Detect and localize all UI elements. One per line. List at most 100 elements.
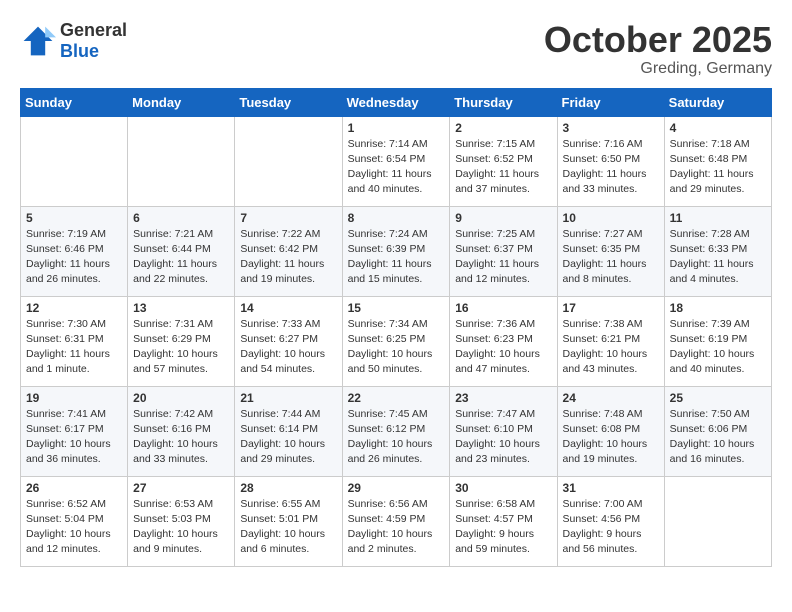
location: Greding, Germany: [544, 60, 772, 78]
day-number: 5: [26, 211, 122, 225]
calendar-cell: 25 Sunrise: 7:50 AM Sunset: 6:06 PM Dayli…: [664, 386, 771, 476]
day-number: 29: [348, 481, 445, 495]
calendar-week-3: 12Sunrise: 7:30 AM Sunset: 6:31 PM Dayli…: [21, 296, 772, 386]
day-info: Sunrise: 7:50 AM Sunset: 6:06 PM Dayligh…: [670, 407, 766, 468]
calendar-cell: 9Sunrise: 7:25 AM Sunset: 6:37 PM Daylig…: [450, 206, 557, 296]
day-number: 31: [563, 481, 659, 495]
day-info: Sunrise: 6:56 AM Sunset: 4:59 PM Dayligh…: [348, 497, 445, 558]
calendar-cell: 2Sunrise: 7:15 AM Sunset: 6:52 PM Daylig…: [450, 116, 557, 206]
calendar-cell: 30Sunrise: 6:58 AM Sunset: 4:57 PM Dayli…: [450, 476, 557, 566]
calendar-week-4: 19 Sunrise: 7:41 AM Sunset: 6:17 PM Dayli…: [21, 386, 772, 476]
logo: General Blue: [20, 20, 127, 62]
day-number: 3: [563, 121, 659, 135]
day-number: 11: [670, 211, 766, 225]
weekday-header-monday: Monday: [128, 88, 235, 116]
day-info: Sunrise: 7:00 AM Sunset: 4:56 PM Dayligh…: [563, 497, 659, 558]
calendar-cell: 26Sunrise: 6:52 AM Sunset: 5:04 PM Dayli…: [21, 476, 128, 566]
day-info: Sunrise: 7:16 AM Sunset: 6:50 PM Dayligh…: [563, 137, 659, 198]
calendar-cell: 19 Sunrise: 7:41 AM Sunset: 6:17 PM Dayli…: [21, 386, 128, 476]
weekday-header-row: SundayMondayTuesdayWednesdayThursdayFrid…: [21, 88, 772, 116]
day-info: Sunrise: 7:48 AM Sunset: 6:08 PM Dayligh…: [563, 407, 659, 468]
page-header: General Blue October 2025 Greding, Germa…: [20, 20, 772, 78]
day-number: 23: [455, 391, 551, 405]
day-number: 20: [133, 391, 229, 405]
day-info: Sunrise: 7:38 AM Sunset: 6:21 PM Dayligh…: [563, 317, 659, 378]
calendar-cell: 17 Sunrise: 7:38 AM Sunset: 6:21 PM Dayli…: [557, 296, 664, 386]
day-number: 8: [348, 211, 445, 225]
calendar-cell: 18Sunrise: 7:39 AM Sunset: 6:19 PM Dayli…: [664, 296, 771, 386]
day-info: Sunrise: 7:24 AM Sunset: 6:39 PM Dayligh…: [348, 227, 445, 288]
day-info: Sunrise: 6:58 AM Sunset: 4:57 PM Dayligh…: [455, 497, 551, 558]
calendar-cell: 13Sunrise: 7:31 AM Sunset: 6:29 PM Dayli…: [128, 296, 235, 386]
day-number: 7: [240, 211, 336, 225]
calendar-cell: 15 Sunrise: 7:34 AM Sunset: 6:25 PM Dayli…: [342, 296, 450, 386]
calendar-cell: 27Sunrise: 6:53 AM Sunset: 5:03 PM Dayli…: [128, 476, 235, 566]
day-info: Sunrise: 7:22 AM Sunset: 6:42 PM Dayligh…: [240, 227, 336, 288]
calendar-week-2: 5 Sunrise: 7:19 AM Sunset: 6:46 PM Daylig…: [21, 206, 772, 296]
calendar-cell: 14 Sunrise: 7:33 AM Sunset: 6:27 PM Dayli…: [235, 296, 342, 386]
day-number: 17: [563, 301, 659, 315]
logo-icon: [20, 23, 56, 59]
day-number: 27: [133, 481, 229, 495]
day-info: Sunrise: 7:14 AM Sunset: 6:54 PM Dayligh…: [348, 137, 445, 198]
weekday-header-friday: Friday: [557, 88, 664, 116]
day-number: 19: [26, 391, 122, 405]
month-title: October 2025: [544, 20, 772, 60]
calendar-cell: 21Sunrise: 7:44 AM Sunset: 6:14 PM Dayli…: [235, 386, 342, 476]
calendar-cell: 10Sunrise: 7:27 AM Sunset: 6:35 PM Dayli…: [557, 206, 664, 296]
day-number: 26: [26, 481, 122, 495]
calendar-cell: 7 Sunrise: 7:22 AM Sunset: 6:42 PM Daylig…: [235, 206, 342, 296]
calendar-cell: 20 Sunrise: 7:42 AM Sunset: 6:16 PM Dayli…: [128, 386, 235, 476]
day-info: Sunrise: 7:19 AM Sunset: 6:46 PM Dayligh…: [26, 227, 122, 288]
day-info: Sunrise: 7:39 AM Sunset: 6:19 PM Dayligh…: [670, 317, 766, 378]
day-info: Sunrise: 7:45 AM Sunset: 6:12 PM Dayligh…: [348, 407, 445, 468]
day-info: Sunrise: 7:41 AM Sunset: 6:17 PM Dayligh…: [26, 407, 122, 468]
day-number: 4: [670, 121, 766, 135]
calendar-cell: 16 Sunrise: 7:36 AM Sunset: 6:23 PM Dayli…: [450, 296, 557, 386]
day-number: 10: [563, 211, 659, 225]
calendar-cell: 29 Sunrise: 6:56 AM Sunset: 4:59 PM Dayli…: [342, 476, 450, 566]
calendar-cell: 4Sunrise: 7:18 AM Sunset: 6:48 PM Daylig…: [664, 116, 771, 206]
day-number: 14: [240, 301, 336, 315]
day-info: Sunrise: 7:15 AM Sunset: 6:52 PM Dayligh…: [455, 137, 551, 198]
calendar-week-1: 1 Sunrise: 7:14 AM Sunset: 6:54 PM Daylig…: [21, 116, 772, 206]
calendar-cell: 1 Sunrise: 7:14 AM Sunset: 6:54 PM Daylig…: [342, 116, 450, 206]
weekday-header-saturday: Saturday: [664, 88, 771, 116]
calendar-cell: 6Sunrise: 7:21 AM Sunset: 6:44 PM Daylig…: [128, 206, 235, 296]
day-info: Sunrise: 6:55 AM Sunset: 5:01 PM Dayligh…: [240, 497, 336, 558]
day-number: 22: [348, 391, 445, 405]
day-number: 21: [240, 391, 336, 405]
weekday-header-tuesday: Tuesday: [235, 88, 342, 116]
calendar-cell: 8 Sunrise: 7:24 AM Sunset: 6:39 PM Daylig…: [342, 206, 450, 296]
calendar-cell: [21, 116, 128, 206]
calendar-cell: [235, 116, 342, 206]
calendar-cell: 28Sunrise: 6:55 AM Sunset: 5:01 PM Dayli…: [235, 476, 342, 566]
weekday-header-wednesday: Wednesday: [342, 88, 450, 116]
weekday-header-thursday: Thursday: [450, 88, 557, 116]
day-number: 12: [26, 301, 122, 315]
day-number: 1: [348, 121, 445, 135]
day-number: 15: [348, 301, 445, 315]
calendar-cell: 23 Sunrise: 7:47 AM Sunset: 6:10 PM Dayli…: [450, 386, 557, 476]
calendar-cell: 24 Sunrise: 7:48 AM Sunset: 6:08 PM Dayli…: [557, 386, 664, 476]
day-info: Sunrise: 7:33 AM Sunset: 6:27 PM Dayligh…: [240, 317, 336, 378]
day-number: 24: [563, 391, 659, 405]
calendar-cell: 3 Sunrise: 7:16 AM Sunset: 6:50 PM Daylig…: [557, 116, 664, 206]
day-info: Sunrise: 7:36 AM Sunset: 6:23 PM Dayligh…: [455, 317, 551, 378]
weekday-header-sunday: Sunday: [21, 88, 128, 116]
day-number: 6: [133, 211, 229, 225]
calendar-cell: 11 Sunrise: 7:28 AM Sunset: 6:33 PM Dayli…: [664, 206, 771, 296]
day-number: 16: [455, 301, 551, 315]
day-info: Sunrise: 7:42 AM Sunset: 6:16 PM Dayligh…: [133, 407, 229, 468]
logo-text: General Blue: [60, 20, 127, 62]
day-number: 9: [455, 211, 551, 225]
calendar-table: SundayMondayTuesdayWednesdayThursdayFrid…: [20, 88, 772, 567]
logo-blue: Blue: [60, 41, 99, 61]
calendar-cell: 12Sunrise: 7:30 AM Sunset: 6:31 PM Dayli…: [21, 296, 128, 386]
calendar-cell: 5 Sunrise: 7:19 AM Sunset: 6:46 PM Daylig…: [21, 206, 128, 296]
day-number: 25: [670, 391, 766, 405]
day-info: Sunrise: 7:47 AM Sunset: 6:10 PM Dayligh…: [455, 407, 551, 468]
day-info: Sunrise: 7:34 AM Sunset: 6:25 PM Dayligh…: [348, 317, 445, 378]
day-info: Sunrise: 7:31 AM Sunset: 6:29 PM Dayligh…: [133, 317, 229, 378]
day-info: Sunrise: 7:28 AM Sunset: 6:33 PM Dayligh…: [670, 227, 766, 288]
